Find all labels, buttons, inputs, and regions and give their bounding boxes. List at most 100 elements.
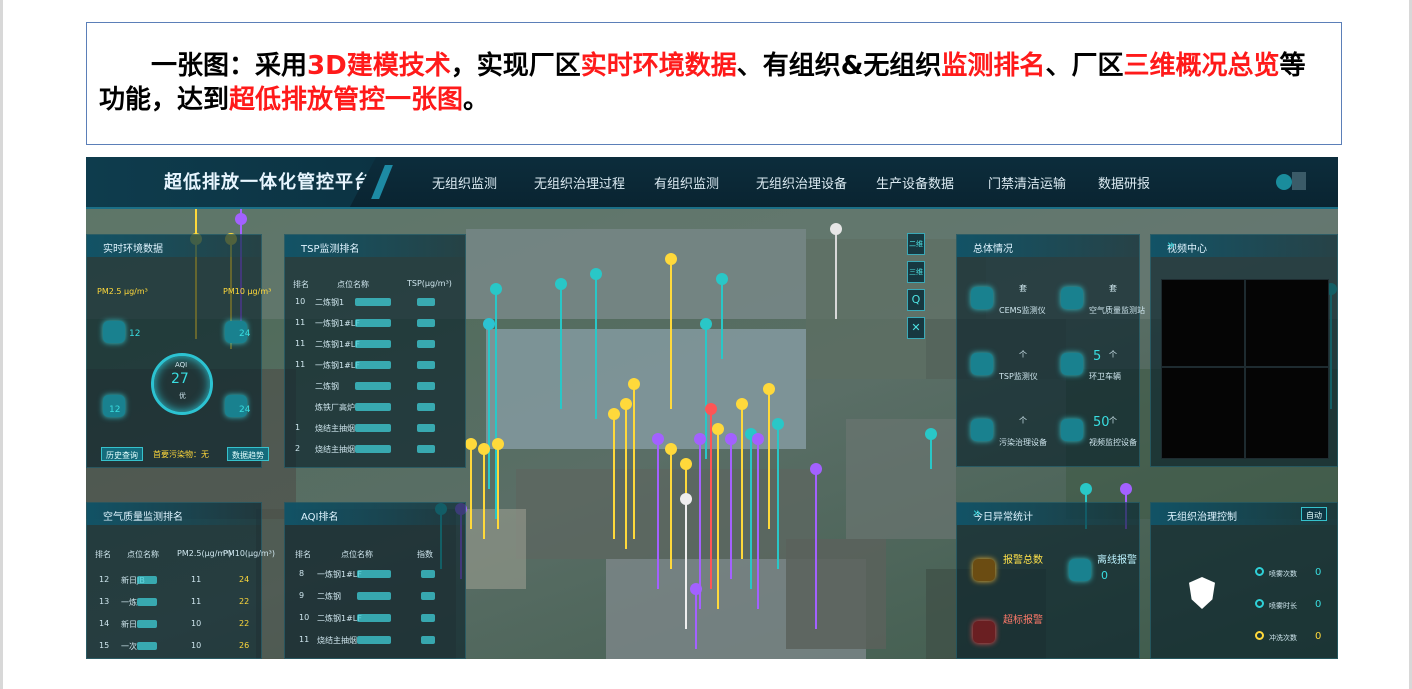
video-feed-4[interactable] — [1245, 367, 1329, 459]
site-name-cell: 一炼钢1#LF — [315, 319, 360, 328]
control-stat-value: 0 — [1315, 567, 1322, 578]
table-header: 排名 — [295, 550, 311, 559]
site-name-cell: 一炼 — [121, 598, 137, 607]
rank-cell: 12 — [99, 575, 110, 584]
table-header: 排名 — [95, 550, 111, 559]
device-icon — [971, 287, 993, 309]
rank-cell: 2 — [295, 444, 301, 453]
site-name-cell: 一炼钢1#LF — [317, 570, 362, 579]
site-name-cell: 一炼钢1#LF — [315, 361, 360, 370]
search-icon[interactable]: Q — [907, 289, 925, 311]
device-unit: 套 — [1109, 284, 1117, 293]
site-name-cell: 新日 — [121, 620, 137, 629]
alarm-total-icon — [973, 559, 995, 581]
device-count: 5 — [1093, 349, 1102, 364]
pm25-cell: 10 — [191, 641, 202, 650]
aqi-value: 27 — [171, 371, 189, 387]
device-unit: 个 — [1109, 350, 1117, 359]
tool-2d-button[interactable]: 二维 — [907, 233, 925, 255]
site-name-cell: 一次 — [121, 642, 137, 651]
caption-segment: 监测排名 — [941, 51, 1046, 81]
history-query-button[interactable]: 历史查询 — [101, 447, 143, 461]
aqi-panel-title-bar: AQI排名 — [285, 503, 465, 525]
redacted-value — [417, 403, 435, 411]
offline-alarm-label: 离线报警 — [1097, 555, 1137, 566]
rank-cell: 11 — [295, 339, 306, 348]
table-header: 点位名称 — [337, 280, 369, 289]
nav-tab[interactable]: 生产设备数据 — [876, 173, 954, 192]
caption-segment: 、有组织&无组织 — [736, 51, 942, 81]
redacted-bar — [357, 614, 391, 622]
device-unit: 个 — [1019, 416, 1027, 425]
overview-panel: 总体情况 套 CEMS监测仪套空气质量监测站个 TSP监测仪 5 个环卫车辆个污染治理设… — [956, 234, 1145, 467]
tsp-panel-title-bar: TSP监测排名 — [285, 235, 465, 257]
site-name-cell: 二炼钢1#LF — [317, 614, 362, 623]
tool-3d-button[interactable]: 三维 — [907, 261, 925, 283]
video-feed-2[interactable] — [1245, 279, 1329, 367]
brand-banner: 超低排放一体化管控平台 — [86, 157, 376, 207]
over-limit-alarm-icon — [973, 621, 995, 643]
pm10-cell: 24 — [239, 575, 250, 584]
nav-tab[interactable]: 有组织监测 — [654, 173, 719, 192]
redacted-bar — [355, 403, 391, 411]
site-name-cell: 烧结主抽烟 — [315, 424, 355, 433]
rank-cell: 14 — [99, 619, 110, 628]
tsp-rank-panel: TSP监测排名 排名 点位名称 TSP(μg/m³) 10 二炼钢1 11 一炼钢1#LF 1… — [284, 234, 466, 468]
header-divider-icon — [371, 165, 393, 199]
pm10-cell: 22 — [239, 597, 250, 606]
site-name-cell: 二炼钢 — [315, 382, 339, 391]
data-trend-button[interactable]: 数据趋势 — [227, 447, 269, 461]
device-unit: 个 — [1109, 416, 1117, 425]
alarm-stats-panel: 今日异常统计» 报警总数 离线报警 0 超标报警 — [956, 502, 1140, 659]
table-header: TSP(μg/m³) — [407, 279, 452, 288]
pm10-value-top: 24 — [239, 329, 251, 339]
redacted-bar — [355, 298, 391, 306]
device-label: 环卫车辆 — [1089, 372, 1121, 381]
device-icon — [971, 419, 993, 441]
pm25-value-top: 12 — [129, 329, 141, 339]
video-feed-1[interactable] — [1161, 279, 1245, 367]
slide-caption: 一张图：采用3D建模技术，实现厂区实时环境数据、有组织&无组织监测排名、厂区三维… — [86, 22, 1342, 145]
redacted-value — [417, 319, 435, 327]
site-name-cell: 二炼钢 — [317, 592, 341, 601]
table-header: 点位名称 — [127, 550, 159, 559]
pm25-value-bottom: 12 — [109, 405, 121, 415]
primary-pollutant: 首要污染物：无 — [153, 450, 209, 459]
table-header: 排名 — [293, 280, 309, 289]
control-stat-value: 0 — [1315, 631, 1322, 642]
user-name-box[interactable] — [1292, 172, 1306, 190]
device-label: 空气质量监测站 — [1089, 306, 1145, 315]
app-header: 超低排放一体化管控平台 无组织监测 无组织治理过程 有组织监测 无组织治理设备 生产设备… — [86, 157, 1338, 209]
caption-segment: 。 — [463, 85, 490, 115]
nav-tab[interactable]: 无组织监测 — [432, 173, 497, 192]
control-panel-title: 无组织治理控制 — [1167, 512, 1237, 523]
nav-tab[interactable]: 无组织治理过程 — [534, 173, 625, 192]
rank-cell: 15 — [99, 641, 110, 650]
aqi-level: 优 — [179, 392, 186, 400]
slide: 一张图：采用3D建模技术，实现厂区实时环境数据、有组织&无组织监测排名、厂区三维… — [0, 0, 1412, 689]
pm25-cell: 11 — [191, 575, 202, 584]
expand-chevron-icon[interactable]: » — [1167, 238, 1327, 253]
over-limit-alarm-label: 超标报警 — [1003, 615, 1043, 626]
rank-cell: 10 — [299, 613, 310, 622]
caption-segment: 3D建模技术 — [307, 51, 451, 81]
pm10-label: PM10 μg/m³ — [223, 287, 272, 296]
user-icon[interactable] — [1276, 174, 1292, 190]
video-feed-3[interactable] — [1161, 367, 1245, 459]
nav-tab[interactable]: 无组织治理设备 — [756, 173, 847, 192]
redacted-bar — [137, 642, 157, 650]
mode-dropdown[interactable]: 自动 — [1301, 507, 1327, 521]
nav-tab[interactable]: 门禁清洁运输 — [988, 173, 1066, 192]
pm25-cell: 10 — [191, 619, 202, 628]
caption-segment: 超低排放管控一张图 — [229, 85, 464, 115]
alarm-total-label: 报警总数 — [1003, 555, 1043, 566]
status-ring-icon — [1255, 631, 1264, 640]
nav-tab[interactable]: 数据研报 — [1098, 173, 1150, 192]
air-quality-rank-panel: 空气质量监测排名 排名 点位名称 PM2.5(μg/m³) PM10(μg/m³) 12… — [86, 502, 275, 659]
tools-icon[interactable]: ✕ — [907, 317, 925, 339]
rank-cell: 11 — [295, 318, 306, 327]
offline-alarm-value: 0 — [1101, 569, 1108, 582]
redacted-value — [417, 361, 435, 369]
expand-chevron-icon[interactable]: » — [973, 506, 1129, 521]
rank-cell: 11 — [299, 635, 310, 644]
